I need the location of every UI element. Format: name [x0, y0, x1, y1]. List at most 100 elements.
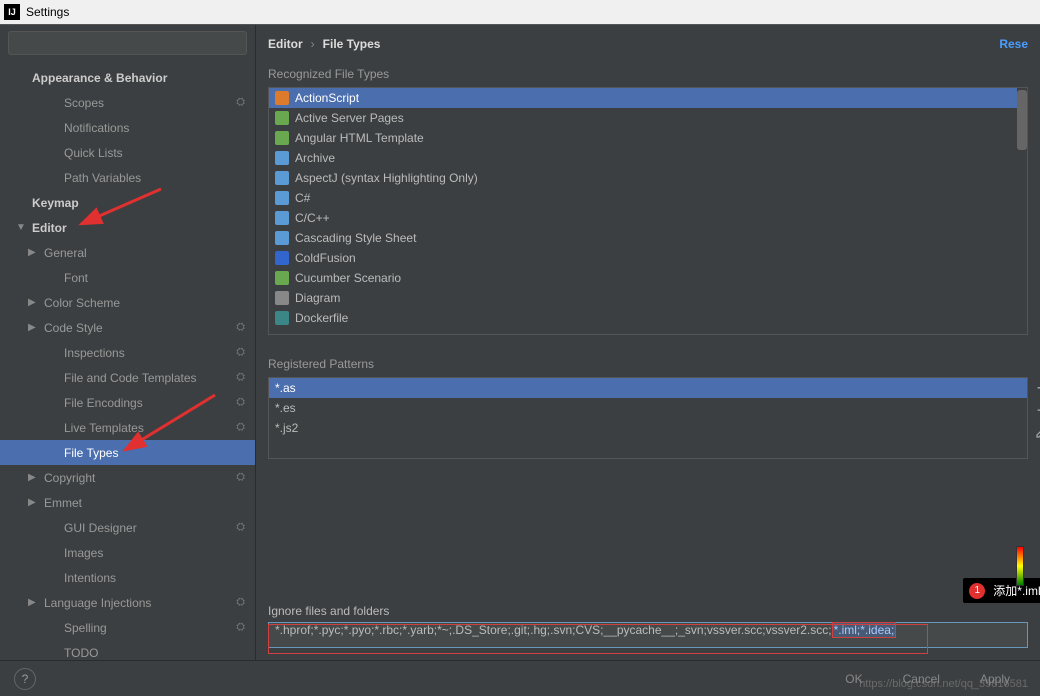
- chevron-icon: ▶: [28, 472, 42, 483]
- sidebar-item[interactable]: Keymap: [0, 190, 255, 215]
- sidebar-item[interactable]: ▶General: [0, 240, 255, 265]
- breadcrumb-sep: ›: [311, 37, 315, 51]
- help-button[interactable]: ?: [14, 668, 36, 690]
- sidebar-item[interactable]: ▶Copyright⛭: [0, 465, 255, 490]
- file-type-row[interactable]: Archive: [269, 148, 1027, 168]
- chevron-icon: ▼: [16, 222, 30, 233]
- sidebar-item-label: General: [44, 246, 87, 260]
- search-wrap: [0, 25, 255, 61]
- scrollbar-thumb[interactable]: [1017, 90, 1027, 150]
- sidebar-item-label: Emmet: [44, 496, 82, 510]
- pattern-row[interactable]: *.es: [269, 398, 1027, 418]
- reset-link[interactable]: Rese: [999, 37, 1028, 51]
- main-panel: Editor › File Types Rese Recognized File…: [256, 25, 1040, 660]
- sidebar-item[interactable]: File Types: [0, 440, 255, 465]
- sidebar-item[interactable]: ▶Emmet: [0, 490, 255, 515]
- file-type-label: ColdFusion: [295, 251, 356, 265]
- file-type-row[interactable]: Dockerfile: [269, 308, 1027, 328]
- file-type-icon: [275, 251, 289, 265]
- file-type-row[interactable]: Cucumber Scenario: [269, 268, 1027, 288]
- content-area: Appearance & BehaviorScopes⛭Notification…: [0, 24, 1040, 660]
- file-type-row[interactable]: Angular HTML Template: [269, 128, 1027, 148]
- title-bar: IJ Settings: [0, 0, 1040, 24]
- file-type-icon: [275, 211, 289, 225]
- sidebar-item[interactable]: Path Variables: [0, 165, 255, 190]
- edit-button[interactable]: [1031, 421, 1040, 443]
- scrollbar[interactable]: [1017, 88, 1027, 334]
- sidebar-item[interactable]: Notifications: [0, 115, 255, 140]
- gear-icon: ⛭: [236, 521, 245, 534]
- sidebar-item-label: File and Code Templates: [64, 371, 197, 385]
- chevron-icon: ▶: [28, 297, 42, 308]
- file-type-label: C#: [295, 191, 310, 205]
- patterns-list[interactable]: *.as*.es*.js2 + −: [268, 377, 1028, 459]
- sidebar: Appearance & BehaviorScopes⛭Notification…: [0, 25, 256, 660]
- sidebar-item[interactable]: Inspections⛭: [0, 340, 255, 365]
- sidebar-item[interactable]: ▶Color Scheme: [0, 290, 255, 315]
- sidebar-item[interactable]: ▼Editor: [0, 215, 255, 240]
- sidebar-item[interactable]: Scopes⛭: [0, 90, 255, 115]
- sidebar-item-label: File Types: [64, 446, 118, 460]
- search-input[interactable]: [8, 31, 247, 55]
- sidebar-item-label: Path Variables: [64, 171, 141, 185]
- sidebar-item-label: Live Templates: [64, 421, 144, 435]
- sidebar-item[interactable]: File Encodings ⛭: [0, 390, 255, 415]
- sidebar-item[interactable]: ▶Language Injections⛭: [0, 590, 255, 615]
- sidebar-item[interactable]: Appearance & Behavior: [0, 65, 255, 90]
- file-type-row[interactable]: Diagram: [269, 288, 1027, 308]
- sidebar-item[interactable]: Images: [0, 540, 255, 565]
- file-type-row[interactable]: ColdFusion: [269, 248, 1027, 268]
- chevron-icon: ▶: [28, 322, 42, 333]
- sidebar-item[interactable]: Quick Lists: [0, 140, 255, 165]
- file-type-row[interactable]: Cascading Style Sheet: [269, 228, 1027, 248]
- pattern-row[interactable]: *.js2: [269, 418, 1027, 438]
- remove-button[interactable]: −: [1031, 399, 1040, 421]
- file-type-row[interactable]: C/C++: [269, 208, 1027, 228]
- patterns-label: Registered Patterns: [256, 353, 1040, 377]
- file-type-row[interactable]: AspectJ (syntax Highlighting Only): [269, 168, 1027, 188]
- pattern-row[interactable]: *.as: [269, 378, 1027, 398]
- settings-tree[interactable]: Appearance & BehaviorScopes⛭Notification…: [0, 61, 255, 660]
- sidebar-item-label: Notifications: [64, 121, 129, 135]
- file-type-icon: [275, 151, 289, 165]
- breadcrumb-root[interactable]: Editor: [268, 37, 303, 51]
- sidebar-item-label: Inspections: [64, 346, 125, 360]
- sidebar-item[interactable]: Font: [0, 265, 255, 290]
- sidebar-item[interactable]: ▶Code Style⛭: [0, 315, 255, 340]
- memory-meter-icon: [1016, 546, 1024, 586]
- gear-icon: ⛭: [236, 596, 245, 609]
- file-type-icon: [275, 231, 289, 245]
- gear-icon: ⛭: [236, 421, 245, 434]
- sidebar-item-label: Copyright: [44, 471, 95, 485]
- file-type-row[interactable]: Active Server Pages: [269, 108, 1027, 128]
- add-button[interactable]: +: [1031, 377, 1040, 399]
- file-type-label: AspectJ (syntax Highlighting Only): [295, 171, 478, 185]
- file-type-icon: [275, 171, 289, 185]
- pattern-label: *.es: [275, 401, 296, 415]
- sidebar-item[interactable]: GUI Designer⛭: [0, 515, 255, 540]
- file-type-row[interactable]: ActionScript: [269, 88, 1027, 108]
- breadcrumb: Editor › File Types Rese: [256, 25, 1040, 63]
- sidebar-item-label: Keymap: [32, 196, 79, 210]
- ignore-label: Ignore files and folders: [268, 604, 1028, 618]
- sidebar-item[interactable]: File and Code Templates ⛭: [0, 365, 255, 390]
- file-types-list[interactable]: ActionScript Active Server Pages Angular H…: [268, 87, 1028, 335]
- sidebar-item[interactable]: Intentions: [0, 565, 255, 590]
- sidebar-item[interactable]: Spelling⛭: [0, 615, 255, 640]
- chevron-icon: ▶: [28, 597, 42, 608]
- sidebar-item[interactable]: TODO: [0, 640, 255, 660]
- sidebar-item[interactable]: Live Templates ⛭: [0, 415, 255, 440]
- file-type-row[interactable]: C#: [269, 188, 1027, 208]
- file-type-icon: [275, 311, 289, 325]
- sidebar-item-label: Font: [64, 271, 88, 285]
- file-type-icon: [275, 91, 289, 105]
- gear-icon: ⛭: [236, 371, 245, 384]
- sidebar-item-label: TODO: [64, 646, 98, 660]
- file-type-label: Active Server Pages: [295, 111, 404, 125]
- annotation-rect-outer: [268, 624, 928, 654]
- gear-icon: ⛭: [236, 396, 245, 409]
- file-type-label: Diagram: [295, 291, 340, 305]
- file-type-label: C/C++: [295, 211, 330, 225]
- sidebar-item-label: File Encodings: [64, 396, 143, 410]
- sidebar-item-label: Scopes: [64, 96, 104, 110]
